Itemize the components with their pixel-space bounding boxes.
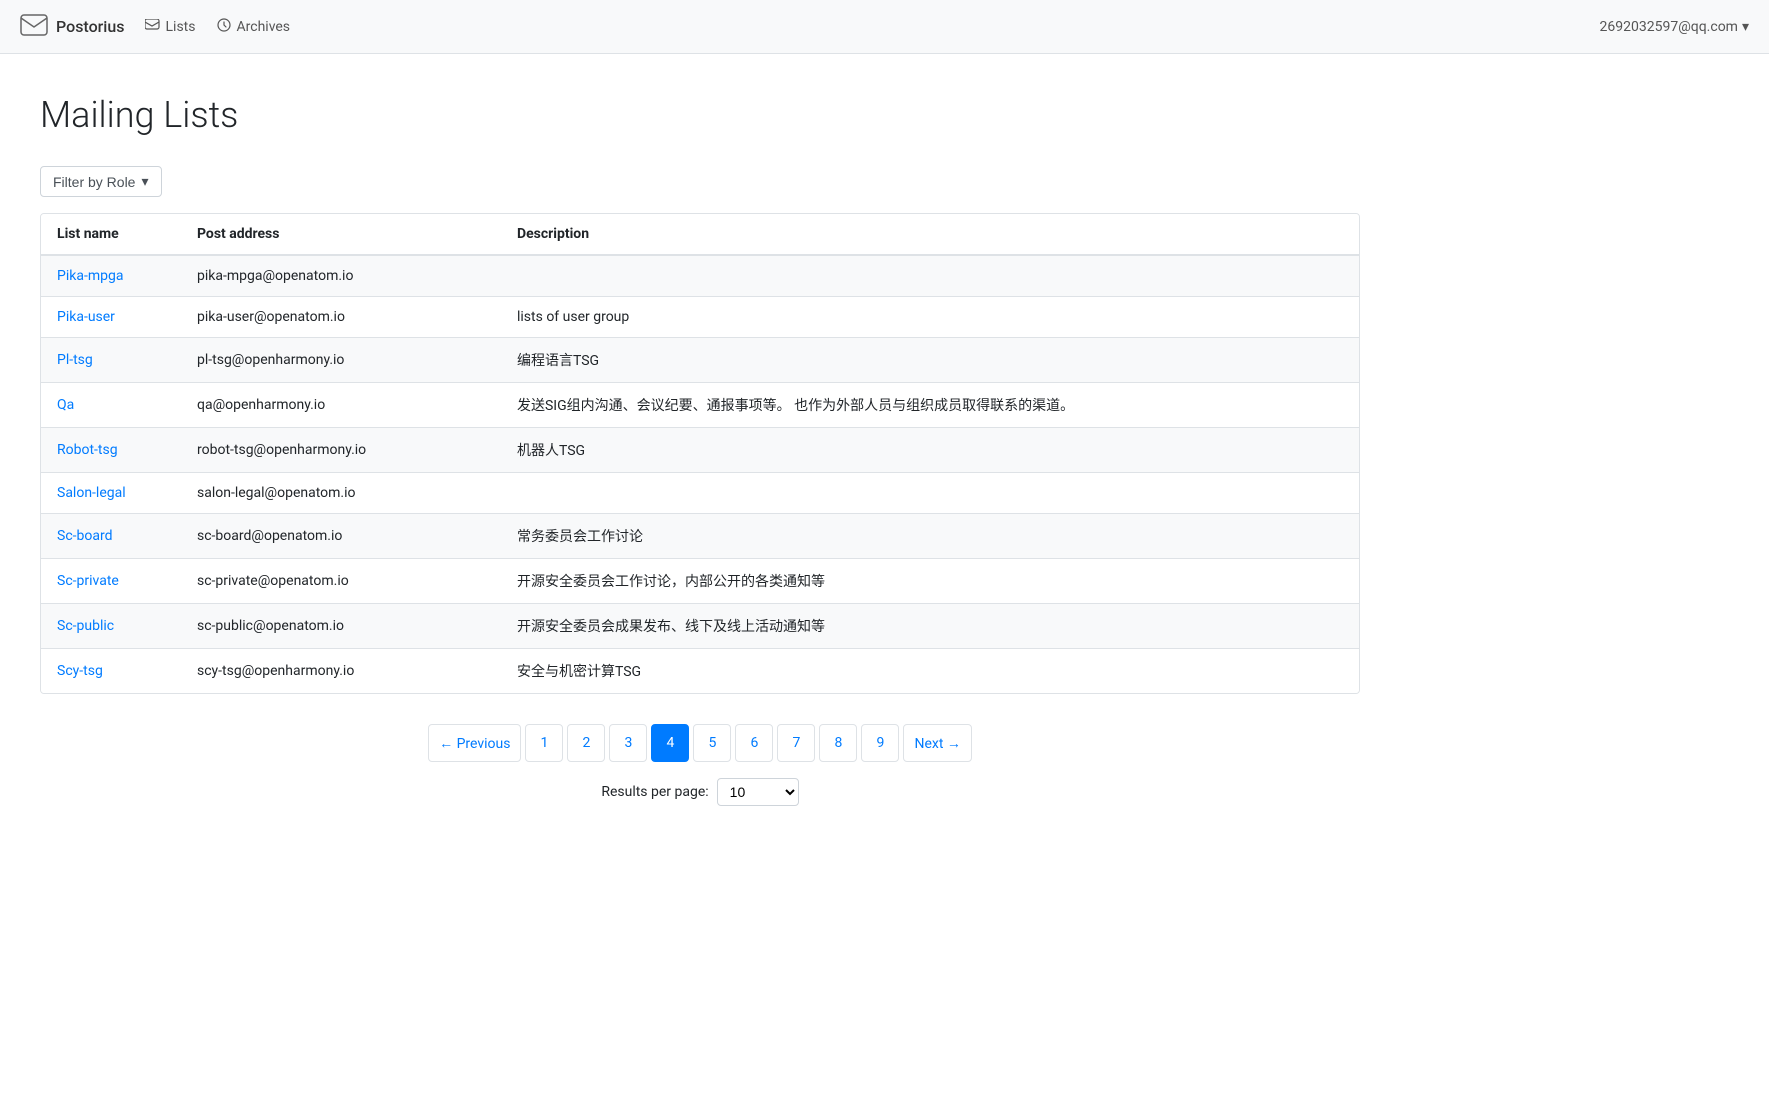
list-name-link[interactable]: Pika-user — [57, 309, 115, 325]
navbar-left: Postorius Lists Archives — [20, 14, 290, 40]
brand-link[interactable]: Postorius — [20, 14, 125, 40]
lists-icon — [145, 19, 161, 35]
table-row: Pl-tsg pl-tsg@openharmony.io编程语言TSG — [41, 338, 1359, 383]
results-select[interactable]: 10 25 50 100 — [717, 778, 799, 806]
description: 安全与机密计算TSG — [501, 649, 1359, 694]
post-address: sc-public@openatom.io — [181, 604, 501, 649]
list-name-link[interactable]: Sc-board — [57, 528, 112, 544]
navbar: Postorius Lists Archives 2692032597@qq.c… — [0, 0, 1769, 54]
page-title: Mailing Lists — [40, 94, 1360, 136]
col-header-post: Post address — [181, 214, 501, 255]
page-4-button[interactable]: 4 — [651, 724, 689, 762]
results-per-page-row: Results per page: 10 25 50 100 — [40, 778, 1360, 806]
filter-role-button[interactable]: Filter by Role ▾ — [40, 166, 162, 197]
description: 编程语言TSG — [501, 338, 1359, 383]
description: 发送SIG组内沟通、会议纪要、通报事项等。 也作为外部人员与组织成员取得联系的渠… — [501, 383, 1359, 428]
filter-label: Filter by Role — [53, 174, 135, 190]
table-row: Pika-mpga pika-mpga@openatom.io — [41, 255, 1359, 297]
table-row: Sc-private sc-private@openatom.io开源安全委员会工… — [41, 559, 1359, 604]
post-address: qa@openharmony.io — [181, 383, 501, 428]
page-1-button[interactable]: 1 — [525, 724, 563, 762]
page-7-button[interactable]: 7 — [777, 724, 815, 762]
description: 常务委员会工作讨论 — [501, 514, 1359, 559]
archives-icon — [216, 18, 232, 36]
post-address: pl-tsg@openharmony.io — [181, 338, 501, 383]
list-name-link[interactable]: Robot-tsg — [57, 442, 118, 458]
prev-button[interactable]: ← Previous — [428, 724, 521, 762]
description: 开源安全委员会成果发布、线下及线上活动通知等 — [501, 604, 1359, 649]
table-row: Robot-tsg robot-tsg@openharmony.io机器人TSG — [41, 428, 1359, 473]
archives-link[interactable]: Archives — [216, 18, 291, 36]
table-row: Pika-user pika-user@openatom.iolists of u… — [41, 297, 1359, 338]
list-name-link[interactable]: Pika-mpga — [57, 268, 123, 284]
list-name-link[interactable]: Salon-legal — [57, 485, 126, 501]
table-row: Salon-legal salon-legal@openatom.io — [41, 473, 1359, 514]
description: lists of user group — [501, 297, 1359, 338]
table-header: List name Post address Description — [41, 214, 1359, 255]
lists-link[interactable]: Lists — [145, 19, 196, 35]
list-name-link[interactable]: Sc-public — [57, 618, 114, 634]
list-name-link[interactable]: Sc-private — [57, 573, 119, 589]
brand-icon — [20, 14, 48, 40]
post-address: robot-tsg@openharmony.io — [181, 428, 501, 473]
post-address: pika-user@openatom.io — [181, 297, 501, 338]
user-menu[interactable]: 2692032597@qq.com ▾ — [1600, 19, 1749, 35]
description — [501, 473, 1359, 514]
page-5-button[interactable]: 5 — [693, 724, 731, 762]
page-2-button[interactable]: 2 — [567, 724, 605, 762]
col-header-name: List name — [41, 214, 181, 255]
list-name-link[interactable]: Pl-tsg — [57, 352, 93, 368]
brand-name: Postorius — [56, 17, 125, 36]
page-3-button[interactable]: 3 — [609, 724, 647, 762]
table-body: Pika-mpga pika-mpga@openatom.io Pika-user p… — [41, 255, 1359, 693]
col-header-description: Description — [501, 214, 1359, 255]
user-email: 2692032597@qq.com — [1600, 19, 1738, 35]
mailing-lists-table: List name Post address Description Pika-… — [40, 213, 1360, 694]
results-label: Results per page: — [601, 784, 708, 800]
table-row: Sc-board sc-board@openatom.io常务委员会工作讨论 — [41, 514, 1359, 559]
pagination-wrapper: ← Previous 1 2 3 4 5 6 7 8 9 Next → — [40, 724, 1360, 762]
post-address: pika-mpga@openatom.io — [181, 255, 501, 297]
post-address: salon-legal@openatom.io — [181, 473, 501, 514]
table-row: Qa qa@openharmony.io发送SIG组内沟通、会议纪要、通报事项等。… — [41, 383, 1359, 428]
post-address: scy-tsg@openharmony.io — [181, 649, 501, 694]
description: 开源安全委员会工作讨论，内部公开的各类通知等 — [501, 559, 1359, 604]
dropdown-arrow-icon: ▾ — [141, 173, 148, 190]
list-name-link[interactable]: Scy-tsg — [57, 663, 103, 679]
description: 机器人TSG — [501, 428, 1359, 473]
next-button[interactable]: Next → — [903, 724, 971, 762]
pagination: ← Previous 1 2 3 4 5 6 7 8 9 Next → — [428, 724, 972, 762]
description — [501, 255, 1359, 297]
page-9-button[interactable]: 9 — [861, 724, 899, 762]
list-name-link[interactable]: Qa — [57, 397, 74, 413]
main-content: Mailing Lists Filter by Role ▾ List name… — [0, 54, 1400, 846]
post-address: sc-private@openatom.io — [181, 559, 501, 604]
dropdown-icon: ▾ — [1742, 19, 1749, 35]
lists-label: Lists — [166, 19, 196, 35]
post-address: sc-board@openatom.io — [181, 514, 501, 559]
archives-label: Archives — [237, 19, 291, 35]
page-6-button[interactable]: 6 — [735, 724, 773, 762]
table-row: Scy-tsg scy-tsg@openharmony.io安全与机密计算TSG — [41, 649, 1359, 694]
table-row: Sc-public sc-public@openatom.io开源安全委员会成果发… — [41, 604, 1359, 649]
page-8-button[interactable]: 8 — [819, 724, 857, 762]
